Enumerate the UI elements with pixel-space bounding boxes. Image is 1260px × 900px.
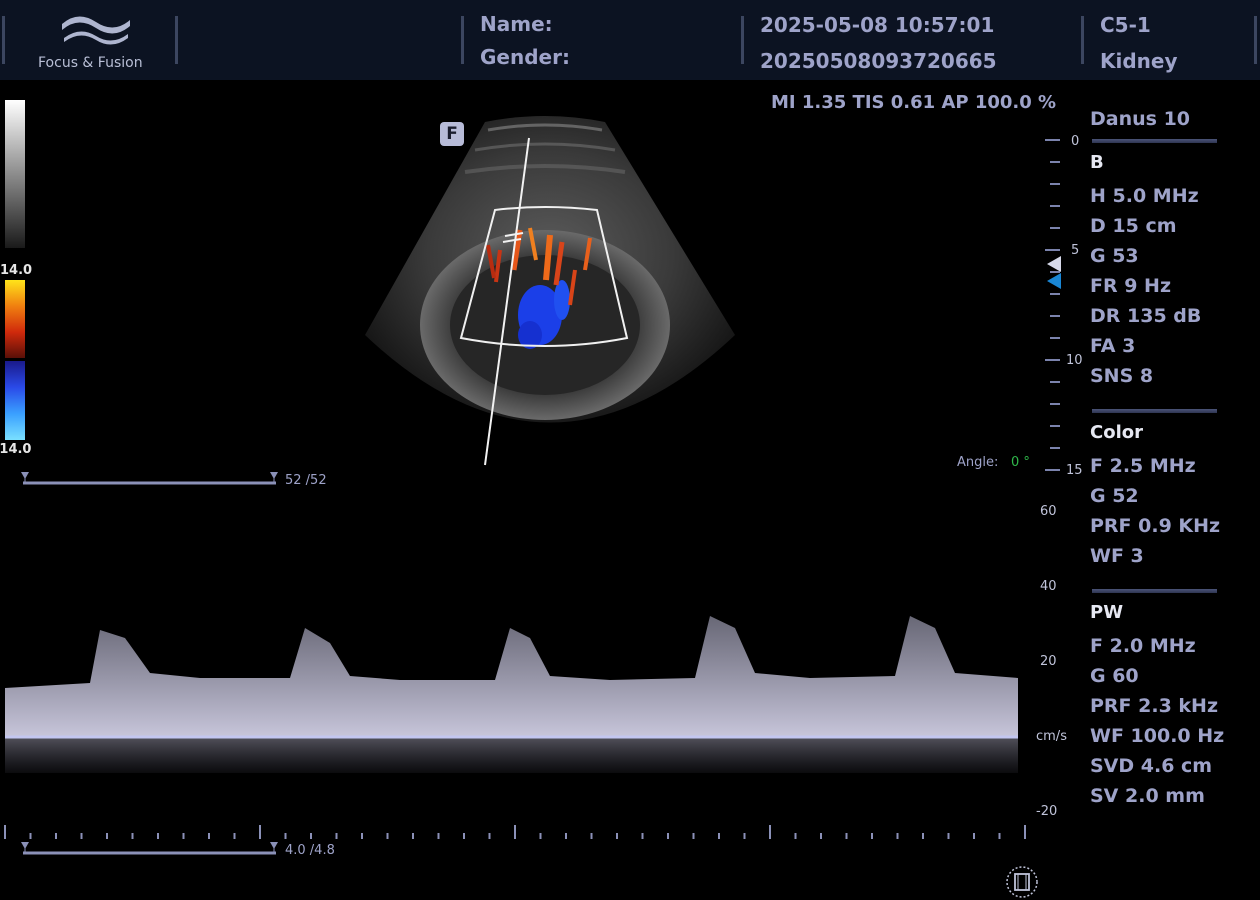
patient-gender-label[interactable]: Gender: [480,45,570,69]
color-wall-filter[interactable]: WF 3 [1090,545,1144,567]
cine-time-counter: 4.0 /4.8 [285,843,335,858]
logo-icon [62,16,130,45]
pw-spectrum[interactable] [0,488,1025,828]
exam-id: 20250508093720665 [760,49,997,73]
patient-name-label[interactable]: Name: [480,12,553,36]
velocity-tick-20: 20 [1040,654,1057,669]
cine-loop-icon[interactable] [1005,866,1039,898]
header-separator [1081,16,1084,64]
header-separator [1254,16,1257,64]
cine-slider-top[interactable] [18,470,283,488]
b-gain[interactable]: G 53 [1090,245,1139,267]
b-frame-rate[interactable]: FR 9 Hz [1090,275,1171,297]
velocity-unit: cm/s [1036,729,1067,744]
velocity-tick-40: 40 [1040,579,1057,594]
angle-value[interactable]: 0 ° [1011,455,1030,470]
header-bar: Focus & Fusion Name: Gender: 2025-05-08 … [0,0,1260,80]
header-separator [461,16,464,64]
color-scale-max: 14.0 [0,263,33,278]
angle-label: Angle: [957,455,999,470]
depth-label-5: 5 [1071,243,1080,258]
focus-arrow-icons[interactable] [1045,256,1065,290]
depth-scale [1045,139,1060,471]
header-separator [2,16,5,64]
pw-frequency[interactable]: F 2.0 MHz [1090,635,1196,657]
depth-label-15: 15 [1066,463,1083,478]
focus-marker[interactable]: F [440,122,464,146]
color-scale-min: -14.0 [0,442,32,457]
panel-divider [1092,409,1217,413]
grayscale-bar [5,100,25,248]
header-separator [175,16,178,64]
b-mode-title[interactable]: B [1090,152,1104,173]
cine-slider-bottom[interactable] [18,840,283,858]
time-axis [4,825,1026,839]
color-mode-title[interactable]: Color [1090,422,1143,443]
exam-datetime: 2025-05-08 10:57:01 [760,13,995,37]
b-sns[interactable]: SNS 8 [1090,365,1153,387]
logo-text: Focus & Fusion [38,55,143,71]
pw-sample-volume-depth[interactable]: SVD 4.6 cm [1090,755,1212,777]
depth-label-10: 10 [1066,353,1083,368]
pw-gain[interactable]: G 60 [1090,665,1139,687]
panel-divider [1092,139,1217,143]
panel-divider [1092,589,1217,593]
pw-wall-filter[interactable]: WF 100.0 Hz [1090,725,1224,747]
depth-label-0: 0 [1071,134,1080,149]
color-frequency[interactable]: F 2.5 MHz [1090,455,1196,477]
acoustic-output-indices: MI 1.35 TIS 0.61 AP 100.0 % [771,92,1057,113]
color-gain[interactable]: G 52 [1090,485,1139,507]
bmode-image[interactable] [300,110,800,480]
b-frequency[interactable]: H 5.0 MHz [1090,185,1199,207]
cine-frame-counter: 52 /52 [285,473,327,488]
pw-sample-volume-size[interactable]: SV 2.0 mm [1090,785,1205,807]
color-prf[interactable]: PRF 0.9 KHz [1090,515,1220,537]
b-frame-average[interactable]: FA 3 [1090,335,1135,357]
system-name: Danus 10 [1090,108,1191,130]
pw-prf[interactable]: PRF 2.3 kHz [1090,695,1218,717]
color-bar-positive [5,280,25,358]
header-separator [741,16,744,64]
color-bar-negative [5,361,25,440]
pw-mode-title[interactable]: PW [1090,602,1123,623]
b-dynamic-range[interactable]: DR 135 dB [1090,305,1201,327]
b-depth[interactable]: D 15 cm [1090,215,1177,237]
probe-name[interactable]: C5-1 [1100,13,1151,37]
velocity-tick-minus20: -20 [1036,804,1058,819]
exam-preset[interactable]: Kidney [1100,49,1178,73]
velocity-tick-60: 60 [1040,504,1057,519]
